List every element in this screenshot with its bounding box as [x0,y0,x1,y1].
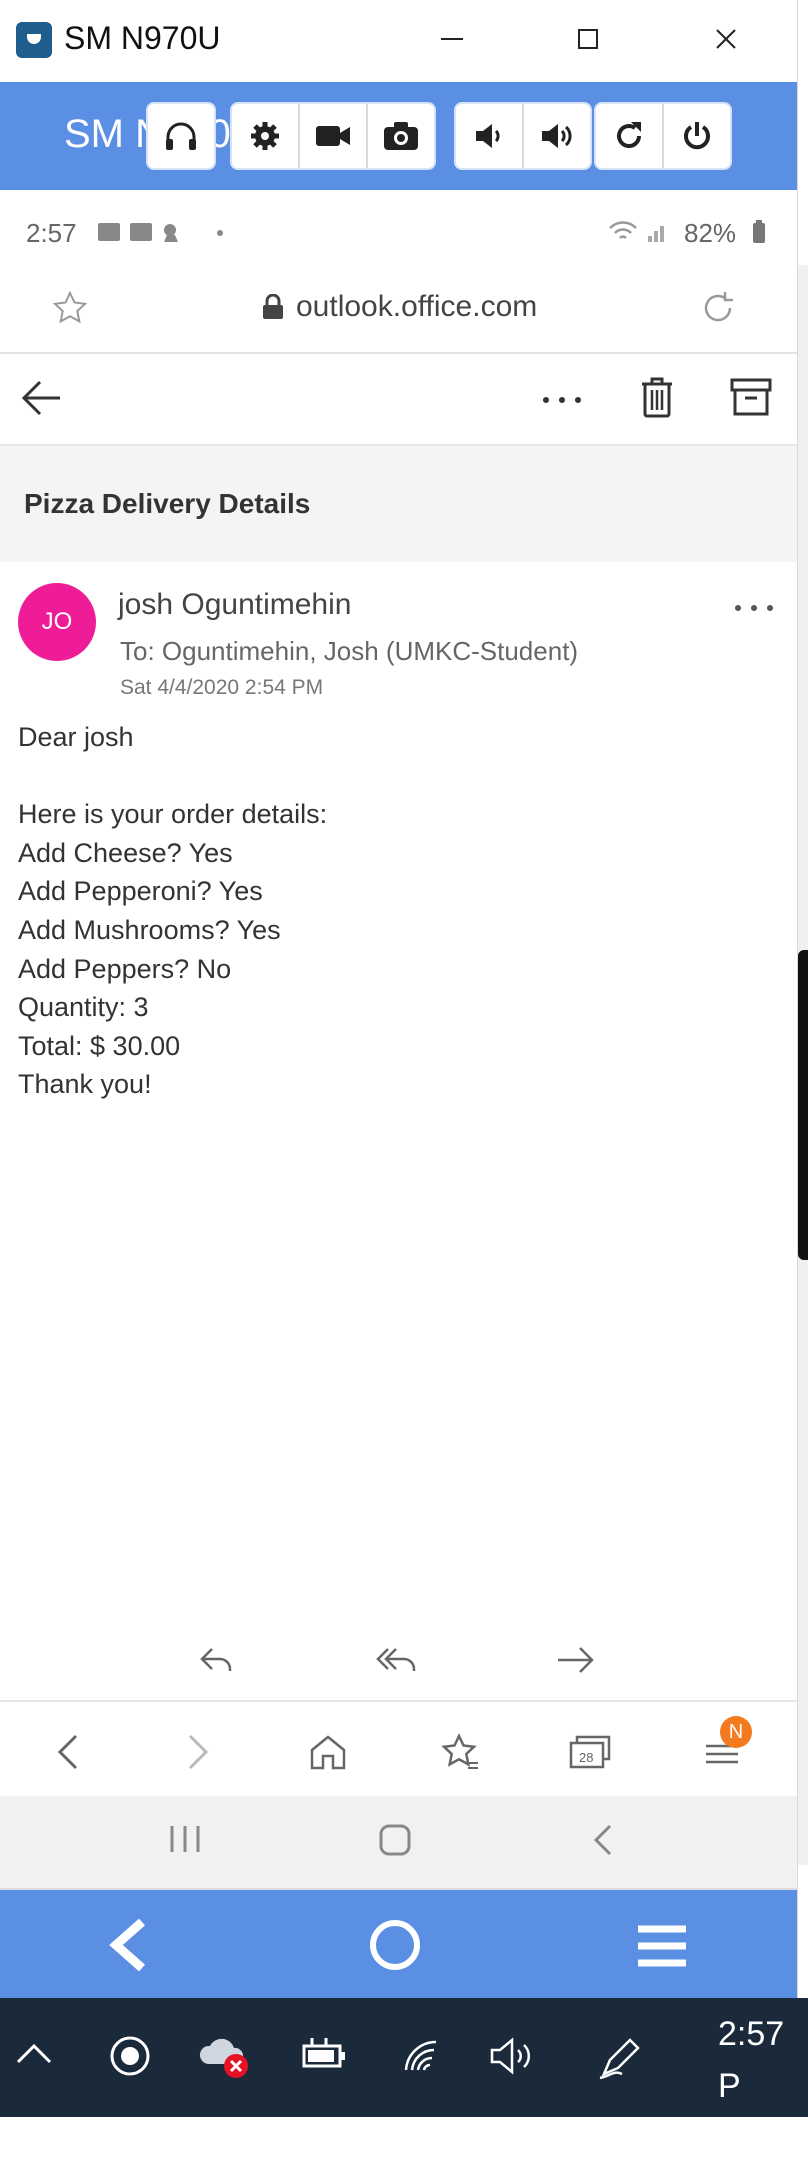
windows-taskbar: 2:57 P 4/4/20 [0,1998,808,2157]
body-line: Quantity: 3 [18,992,149,1023]
battery-icon [752,220,766,244]
toolbar-group-audio [148,104,214,168]
body-line: Total: $ 30.00 [18,1030,181,1061]
body-line: Add Cheese? Yes [18,837,233,868]
forward-icon[interactable] [546,1630,606,1690]
maximize-button[interactable] [558,14,618,64]
power-icon[interactable] [664,104,730,168]
notification-badge: N [720,1716,752,1748]
speaker-icon[interactable] [488,2036,538,2076]
volume-down-icon[interactable] [456,104,524,168]
battery-charging-icon[interactable] [298,2036,348,2072]
reply-icon[interactable] [186,1630,246,1690]
mail-toolbar [0,354,797,446]
body-line: Add Pepperoni? Yes [18,876,263,907]
video-camera-icon[interactable] [300,104,368,168]
android-nav-bar [0,1796,797,1890]
sender-avatar[interactable]: JO [18,583,96,661]
app-icon [16,22,52,58]
gear-icon[interactable] [232,104,300,168]
archive-icon[interactable] [730,378,772,416]
background-window-edge [797,0,808,1998]
toolbar-group-system [596,104,730,168]
volume-up-icon[interactable] [524,104,590,168]
more-options-icon[interactable] [542,396,582,404]
body-line: Here is your order details: [18,799,328,830]
subject-bar: Pizza Delivery Details [0,446,797,562]
lock-icon [262,294,284,320]
nav-menu-icon[interactable] [636,1924,688,1968]
home-icon[interactable] [298,1722,358,1782]
bookmark-star-icon[interactable] [52,290,88,326]
battery-percent: 82% [684,218,737,248]
tabs-icon[interactable]: 28 [560,1722,620,1782]
camera-icon[interactable] [368,104,434,168]
svg-text:28: 28 [579,1750,593,1765]
phone-status-bar: 2:57 82% [0,190,797,270]
nav-home-circle-icon[interactable] [368,1918,422,1972]
recent-apps-icon[interactable] [168,1824,202,1854]
close-button[interactable] [696,14,756,64]
reply-all-icon[interactable] [366,1630,426,1690]
email-subject: Pizza Delivery Details [24,488,311,519]
toolbar-group-capture [232,104,434,168]
sent-date: Sat 4/4/2020 2:54 PM [120,676,324,699]
window-title: SM N970U [64,20,221,56]
device-toolbar: SM N970U [0,82,797,190]
rotate-icon[interactable] [596,104,664,168]
browser-url-bar: outlook.office.com [0,270,797,354]
body-line: Add Mushrooms? Yes [18,914,281,945]
browser-back-icon[interactable] [38,1722,98,1782]
message-more-icon[interactable] [734,604,774,612]
minimize-button[interactable] [422,14,482,64]
headphones-icon[interactable] [148,104,214,168]
notification-icons [98,220,228,244]
body-line: Add Peppers? No [18,953,232,984]
email-body: Dear josh Here is your order details: Ad… [18,718,758,1104]
toolbar-group-volume [456,104,590,168]
nav-back-chevron-icon[interactable] [108,1918,148,1972]
chevron-up-icon[interactable] [14,2042,54,2066]
record-icon[interactable] [108,2034,152,2078]
onedrive-error-icon[interactable] [198,2034,252,2080]
wifi-signal-icon [608,220,668,244]
reload-icon[interactable] [698,288,738,328]
status-time: 2:57 [26,218,77,248]
url-text[interactable]: outlook.office.com [296,290,537,324]
body-line: Thank you! [18,1069,152,1100]
android-home-icon[interactable] [378,1824,412,1856]
taskbar-time: 2:57 P [718,2015,785,2105]
scrcpy-nav-bar [0,1890,797,1998]
browser-bottom-nav: 28 N [0,1700,797,1798]
window-titlebar: SM N970U [0,0,797,82]
browser-forward-icon[interactable] [168,1722,228,1782]
android-back-icon[interactable] [592,1824,614,1856]
taskbar-date: 4/4/20 [718,2119,808,2157]
network-icon[interactable] [402,2038,442,2074]
taskbar-clock[interactable]: 2:57 P 4/4/20 [718,2008,808,2164]
pen-icon[interactable] [596,2034,646,2080]
greeting: Dear josh [18,722,134,752]
recipient-line: To: Oguntimehin, Josh (UMKC-Student) [120,636,579,666]
back-arrow-icon[interactable] [20,378,62,418]
bookmarks-icon[interactable] [430,1722,490,1782]
delete-trash-icon[interactable] [640,376,674,418]
sender-name[interactable]: josh Oguntimehin [118,588,351,622]
